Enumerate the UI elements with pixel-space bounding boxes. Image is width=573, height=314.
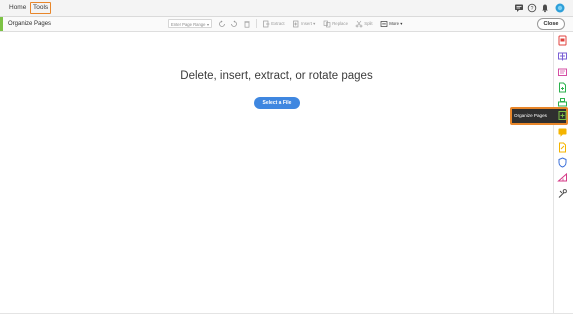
close-button[interactable]: Close xyxy=(537,18,565,30)
replace-icon xyxy=(323,20,331,28)
insert-icon xyxy=(293,20,299,28)
create-pdf-icon[interactable] xyxy=(557,82,568,93)
measure-icon[interactable] xyxy=(557,172,568,183)
menu-bar xyxy=(0,0,573,17)
bell-icon[interactable] xyxy=(540,3,550,13)
rotate-right-button[interactable] xyxy=(230,18,238,29)
replace-label: Replace xyxy=(332,21,348,26)
rotate-left-button[interactable] xyxy=(218,18,226,29)
home-tab[interactable]: Home xyxy=(6,2,29,14)
chevron-down-icon[interactable]: ▾ xyxy=(207,20,209,29)
tool-accent-bar xyxy=(0,17,3,31)
more-icon xyxy=(380,21,388,27)
insert-label: Insert xyxy=(301,21,312,26)
extract-button[interactable]: Extract xyxy=(262,18,285,29)
account-icon[interactable] xyxy=(555,3,565,13)
fill-sign-icon[interactable] xyxy=(557,142,568,153)
extract-label: Extract xyxy=(271,21,285,26)
comment-icon[interactable] xyxy=(557,127,568,138)
page-range-input[interactable]: Enter Page Range ▾ xyxy=(168,19,212,28)
comment-tool-icon[interactable] xyxy=(557,67,568,78)
protect-icon[interactable] xyxy=(557,157,568,168)
page-range-placeholder: Enter Page Range xyxy=(171,22,206,27)
extract-icon xyxy=(263,20,270,28)
chevron-down-icon: ▾ xyxy=(311,21,316,26)
split-button[interactable]: Split xyxy=(355,18,373,29)
toolbar-separator xyxy=(256,19,257,28)
organize-pages-tooltip: Organize Pages xyxy=(514,113,547,118)
tools-tab[interactable]: Tools xyxy=(30,2,52,14)
chevron-down-icon: ▾ xyxy=(399,21,403,26)
delete-button[interactable] xyxy=(243,18,251,29)
split-label: Split xyxy=(364,21,373,26)
trash-icon xyxy=(244,21,250,28)
replace-button[interactable]: Replace xyxy=(323,18,348,29)
export-pdf-icon[interactable] xyxy=(557,35,568,46)
select-file-button[interactable]: Select a File xyxy=(254,97,300,109)
more-label: More xyxy=(389,21,399,26)
page-heading: Delete, insert, extract, or rotate pages xyxy=(180,70,373,82)
toolbar xyxy=(0,17,573,32)
rotate-cw-icon xyxy=(231,20,237,27)
tool-title: Organize Pages xyxy=(8,21,52,27)
help-icon[interactable]: ? xyxy=(527,3,537,13)
more-tools-icon[interactable] xyxy=(557,188,568,199)
scissors-icon xyxy=(355,20,363,28)
edit-pdf-icon[interactable] xyxy=(557,51,568,62)
more-button[interactable]: More ▾ xyxy=(380,18,402,29)
svg-text:?: ? xyxy=(531,6,534,12)
organize-pages-icon[interactable] xyxy=(557,110,568,121)
comment-icon[interactable] xyxy=(514,3,524,13)
rotate-ccw-icon xyxy=(219,20,225,27)
insert-button[interactable]: Insert ▾ xyxy=(292,18,315,29)
